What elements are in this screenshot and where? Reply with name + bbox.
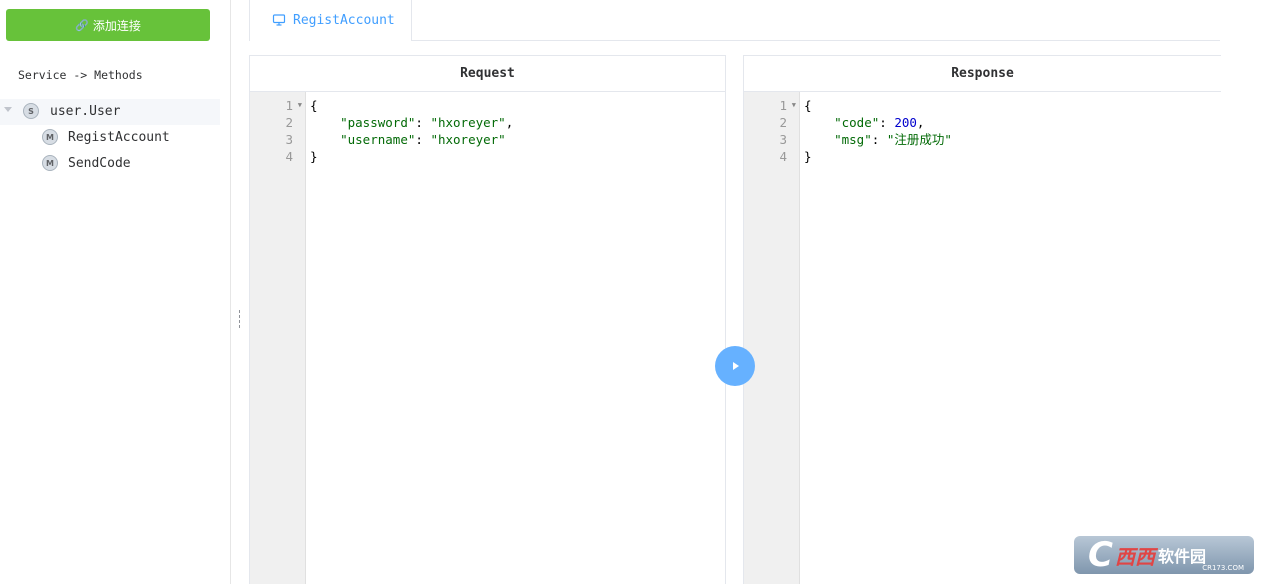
- tree-node-method[interactable]: M SendCode: [0, 151, 220, 177]
- watermark-logo: C 西西 软件园 CR173.COM: [1074, 536, 1254, 574]
- response-panel: Response 1 ▼ 2 3 4 { "code": 200, "msg": …: [743, 55, 1221, 584]
- tree-node-service[interactable]: S user.User: [0, 99, 220, 125]
- tab-registaccount[interactable]: RegistAccount: [249, 0, 412, 41]
- watermark-brand-suffix: 软件园: [1157, 547, 1206, 566]
- method-name: SendCode: [68, 156, 131, 171]
- response-code[interactable]: { "code": 200, "msg": "注册成功" }: [800, 92, 1221, 584]
- tab-bar: RegistAccount: [249, 0, 1220, 41]
- line-number: 3: [779, 132, 787, 147]
- method-icon: M: [42, 129, 58, 145]
- play-icon: [733, 362, 739, 370]
- link-icon: 🔗: [75, 18, 89, 32]
- service-icon: S: [23, 103, 39, 119]
- service-tree: S user.User M RegistAccount M SendCode: [0, 99, 220, 177]
- code-line: }: [310, 149, 318, 164]
- watermark-brand: 西西: [1114, 544, 1155, 569]
- request-code[interactable]: { "password": "hxoreyer", "username": "h…: [306, 92, 725, 584]
- method-icon: M: [42, 155, 58, 171]
- code-line: "username": "hxoreyer": [340, 132, 506, 147]
- tree-node-method[interactable]: M RegistAccount: [0, 125, 220, 151]
- line-number: 4: [779, 149, 787, 164]
- code-line: "password": "hxoreyer",: [340, 115, 514, 130]
- resize-handle[interactable]: [239, 310, 242, 328]
- line-number-gutter: 1 ▼ 2 3 4: [250, 92, 306, 584]
- run-button[interactable]: [715, 346, 755, 386]
- code-line: }: [804, 149, 812, 164]
- service-methods-header: Service -> Methods: [18, 68, 143, 82]
- service-methods-divider: Service -> Methods: [0, 66, 220, 84]
- code-line: "code": 200,: [834, 115, 925, 130]
- watermark-c: C: [1088, 535, 1113, 575]
- line-number-gutter: 1 ▼ 2 3 4: [744, 92, 800, 584]
- caret-down-icon[interactable]: [4, 107, 12, 112]
- line-number: 4: [285, 149, 293, 164]
- sidebar: 🔗 添加连接 Service -> Methods S user.User M …: [0, 0, 231, 584]
- method-name: RegistAccount: [68, 130, 170, 145]
- watermark-domain: CR173.COM: [1202, 564, 1244, 572]
- line-number: 1 ▼: [779, 98, 796, 113]
- code-line: "msg": "注册成功": [834, 132, 952, 147]
- response-title: Response: [744, 56, 1221, 92]
- tab-label: RegistAccount: [293, 12, 395, 28]
- code-line: {: [804, 98, 812, 113]
- request-title: Request: [250, 56, 725, 92]
- service-name: user.User: [50, 104, 121, 119]
- fold-arrow-icon[interactable]: ▼: [792, 97, 796, 114]
- request-panel: Request 1 ▼ 2 3 4 { "password": "hxoreyer…: [249, 55, 726, 584]
- line-number: 1 ▼: [285, 98, 302, 113]
- line-number: 2: [285, 115, 293, 130]
- request-editor[interactable]: 1 ▼ 2 3 4 { "password": "hxoreyer", "user…: [250, 92, 725, 584]
- code-line: {: [310, 98, 318, 113]
- response-editor[interactable]: 1 ▼ 2 3 4 { "code": 200, "msg": "注册成功" }: [744, 92, 1221, 584]
- line-number: 3: [285, 132, 293, 147]
- monitor-icon: [272, 14, 286, 26]
- add-connection-label: 添加连接: [92, 18, 141, 33]
- add-connection-button[interactable]: 🔗 添加连接: [6, 9, 210, 41]
- fold-arrow-icon[interactable]: ▼: [298, 97, 302, 114]
- line-number: 2: [779, 115, 787, 130]
